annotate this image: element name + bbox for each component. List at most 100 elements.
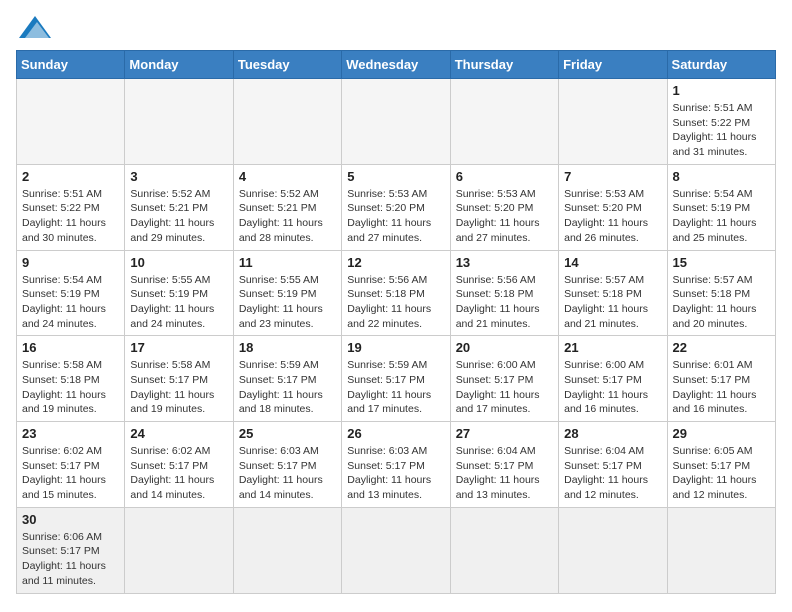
calendar-cell [125,79,233,165]
day-info: Sunrise: 5:52 AM Sunset: 5:21 PM Dayligh… [239,187,336,246]
calendar-cell: 7 Sunrise: 5:53 AM Sunset: 5:20 PM Daylig… [559,164,667,250]
calendar-cell: 15Sunrise: 5:57 AM Sunset: 5:18 PM Dayli… [667,250,775,336]
day-number: 5 [347,169,444,184]
day-number: 19 [347,340,444,355]
day-info: Sunrise: 5:58 AM Sunset: 5:17 PM Dayligh… [130,358,227,417]
day-number: 3 [130,169,227,184]
day-number: 16 [22,340,119,355]
day-info: Sunrise: 5:53 AM Sunset: 5:20 PM Dayligh… [564,187,661,246]
day-info: Sunrise: 5:56 AM Sunset: 5:18 PM Dayligh… [347,273,444,332]
day-number: 11 [239,255,336,270]
day-info: Sunrise: 6:06 AM Sunset: 5:17 PM Dayligh… [22,530,119,589]
day-info: Sunrise: 6:00 AM Sunset: 5:17 PM Dayligh… [564,358,661,417]
day-info: Sunrise: 5:53 AM Sunset: 5:20 PM Dayligh… [456,187,553,246]
day-number: 7 [564,169,661,184]
day-number: 28 [564,426,661,441]
day-number: 24 [130,426,227,441]
day-info: Sunrise: 5:54 AM Sunset: 5:19 PM Dayligh… [22,273,119,332]
day-number: 1 [673,83,770,98]
calendar-cell: 11 Sunrise: 5:55 AM Sunset: 5:19 PM Dayli… [233,250,341,336]
day-info: Sunrise: 6:00 AM Sunset: 5:17 PM Dayligh… [456,358,553,417]
day-number: 18 [239,340,336,355]
day-info: Sunrise: 5:55 AM Sunset: 5:19 PM Dayligh… [130,273,227,332]
calendar-cell: 14 Sunrise: 5:57 AM Sunset: 5:18 PM Dayli… [559,250,667,336]
calendar-cell: 25 Sunrise: 6:03 AM Sunset: 5:17 PM Dayli… [233,422,341,508]
calendar-cell: 8Sunrise: 5:54 AM Sunset: 5:19 PM Daylig… [667,164,775,250]
calendar-cell [17,79,125,165]
weekday-header-saturday: Saturday [667,51,775,79]
day-number: 23 [22,426,119,441]
day-info: Sunrise: 5:51 AM Sunset: 5:22 PM Dayligh… [22,187,119,246]
calendar-cell: 21Sunrise: 6:00 AM Sunset: 5:17 PM Dayli… [559,336,667,422]
day-info: Sunrise: 6:03 AM Sunset: 5:17 PM Dayligh… [347,444,444,503]
calendar-cell: 9 Sunrise: 5:54 AM Sunset: 5:19 PM Daylig… [17,250,125,336]
day-info: Sunrise: 5:59 AM Sunset: 5:17 PM Dayligh… [239,358,336,417]
calendar-week-row: 1 Sunrise: 5:51 AM Sunset: 5:22 PM Daylig… [17,79,776,165]
day-info: Sunrise: 5:57 AM Sunset: 5:18 PM Dayligh… [564,273,661,332]
day-info: Sunrise: 6:04 AM Sunset: 5:17 PM Dayligh… [564,444,661,503]
day-number: 27 [456,426,553,441]
day-info: Sunrise: 6:04 AM Sunset: 5:17 PM Dayligh… [456,444,553,503]
calendar-cell: 30Sunrise: 6:06 AM Sunset: 5:17 PM Dayli… [17,507,125,593]
day-number: 25 [239,426,336,441]
day-info: Sunrise: 6:01 AM Sunset: 5:17 PM Dayligh… [673,358,770,417]
calendar-cell: 28 Sunrise: 6:04 AM Sunset: 5:17 PM Dayli… [559,422,667,508]
day-number: 2 [22,169,119,184]
day-info: Sunrise: 5:51 AM Sunset: 5:22 PM Dayligh… [673,101,770,160]
day-info: Sunrise: 6:03 AM Sunset: 5:17 PM Dayligh… [239,444,336,503]
day-number: 14 [564,255,661,270]
day-number: 9 [22,255,119,270]
day-number: 20 [456,340,553,355]
weekday-header-sunday: Sunday [17,51,125,79]
logo [16,16,51,40]
calendar-cell: 1 Sunrise: 5:51 AM Sunset: 5:22 PM Daylig… [667,79,775,165]
calendar-cell: 2 Sunrise: 5:51 AM Sunset: 5:22 PM Daylig… [17,164,125,250]
day-number: 8 [673,169,770,184]
calendar-cell: 26Sunrise: 6:03 AM Sunset: 5:17 PM Dayli… [342,422,450,508]
calendar-cell: 18 Sunrise: 5:59 AM Sunset: 5:17 PM Dayli… [233,336,341,422]
day-number: 22 [673,340,770,355]
day-number: 17 [130,340,227,355]
day-info: Sunrise: 6:02 AM Sunset: 5:17 PM Dayligh… [130,444,227,503]
header [16,16,776,40]
calendar-cell: 27 Sunrise: 6:04 AM Sunset: 5:17 PM Dayli… [450,422,558,508]
calendar-cell-empty [450,507,558,593]
calendar-cell: 29Sunrise: 6:05 AM Sunset: 5:17 PM Dayli… [667,422,775,508]
day-info: Sunrise: 5:58 AM Sunset: 5:18 PM Dayligh… [22,358,119,417]
calendar-cell-empty [342,507,450,593]
calendar-cell: 4 Sunrise: 5:52 AM Sunset: 5:21 PM Daylig… [233,164,341,250]
calendar-cell-empty [559,507,667,593]
calendar-cell-empty [233,507,341,593]
logo-icon [19,16,51,38]
day-info: Sunrise: 6:05 AM Sunset: 5:17 PM Dayligh… [673,444,770,503]
weekday-header-wednesday: Wednesday [342,51,450,79]
calendar-cell: 13Sunrise: 5:56 AM Sunset: 5:18 PM Dayli… [450,250,558,336]
calendar-cell: 12Sunrise: 5:56 AM Sunset: 5:18 PM Dayli… [342,250,450,336]
calendar-cell: 17 Sunrise: 5:58 AM Sunset: 5:17 PM Dayli… [125,336,233,422]
day-info: Sunrise: 5:52 AM Sunset: 5:21 PM Dayligh… [130,187,227,246]
day-info: Sunrise: 5:53 AM Sunset: 5:20 PM Dayligh… [347,187,444,246]
calendar-cell [342,79,450,165]
calendar-cell: 22 Sunrise: 6:01 AM Sunset: 5:17 PM Dayli… [667,336,775,422]
calendar-cell: 23Sunrise: 6:02 AM Sunset: 5:17 PM Dayli… [17,422,125,508]
calendar-cell: 6 Sunrise: 5:53 AM Sunset: 5:20 PM Daylig… [450,164,558,250]
weekday-header-tuesday: Tuesday [233,51,341,79]
day-info: Sunrise: 5:55 AM Sunset: 5:19 PM Dayligh… [239,273,336,332]
calendar-week-row: 16 Sunrise: 5:58 AM Sunset: 5:18 PM Dayli… [17,336,776,422]
calendar-cell: 5 Sunrise: 5:53 AM Sunset: 5:20 PM Daylig… [342,164,450,250]
day-info: Sunrise: 5:59 AM Sunset: 5:17 PM Dayligh… [347,358,444,417]
weekday-header-monday: Monday [125,51,233,79]
day-number: 4 [239,169,336,184]
calendar-cell [450,79,558,165]
day-info: Sunrise: 5:56 AM Sunset: 5:18 PM Dayligh… [456,273,553,332]
calendar-cell-empty [125,507,233,593]
day-info: Sunrise: 5:57 AM Sunset: 5:18 PM Dayligh… [673,273,770,332]
calendar-cell: 24 Sunrise: 6:02 AM Sunset: 5:17 PM Dayli… [125,422,233,508]
calendar-cell: 16 Sunrise: 5:58 AM Sunset: 5:18 PM Dayli… [17,336,125,422]
day-number: 6 [456,169,553,184]
calendar-cell: 20 Sunrise: 6:00 AM Sunset: 5:17 PM Dayli… [450,336,558,422]
weekday-header-friday: Friday [559,51,667,79]
calendar-cell [233,79,341,165]
weekday-header-row: SundayMondayTuesdayWednesdayThursdayFrid… [17,51,776,79]
calendar-cell [559,79,667,165]
